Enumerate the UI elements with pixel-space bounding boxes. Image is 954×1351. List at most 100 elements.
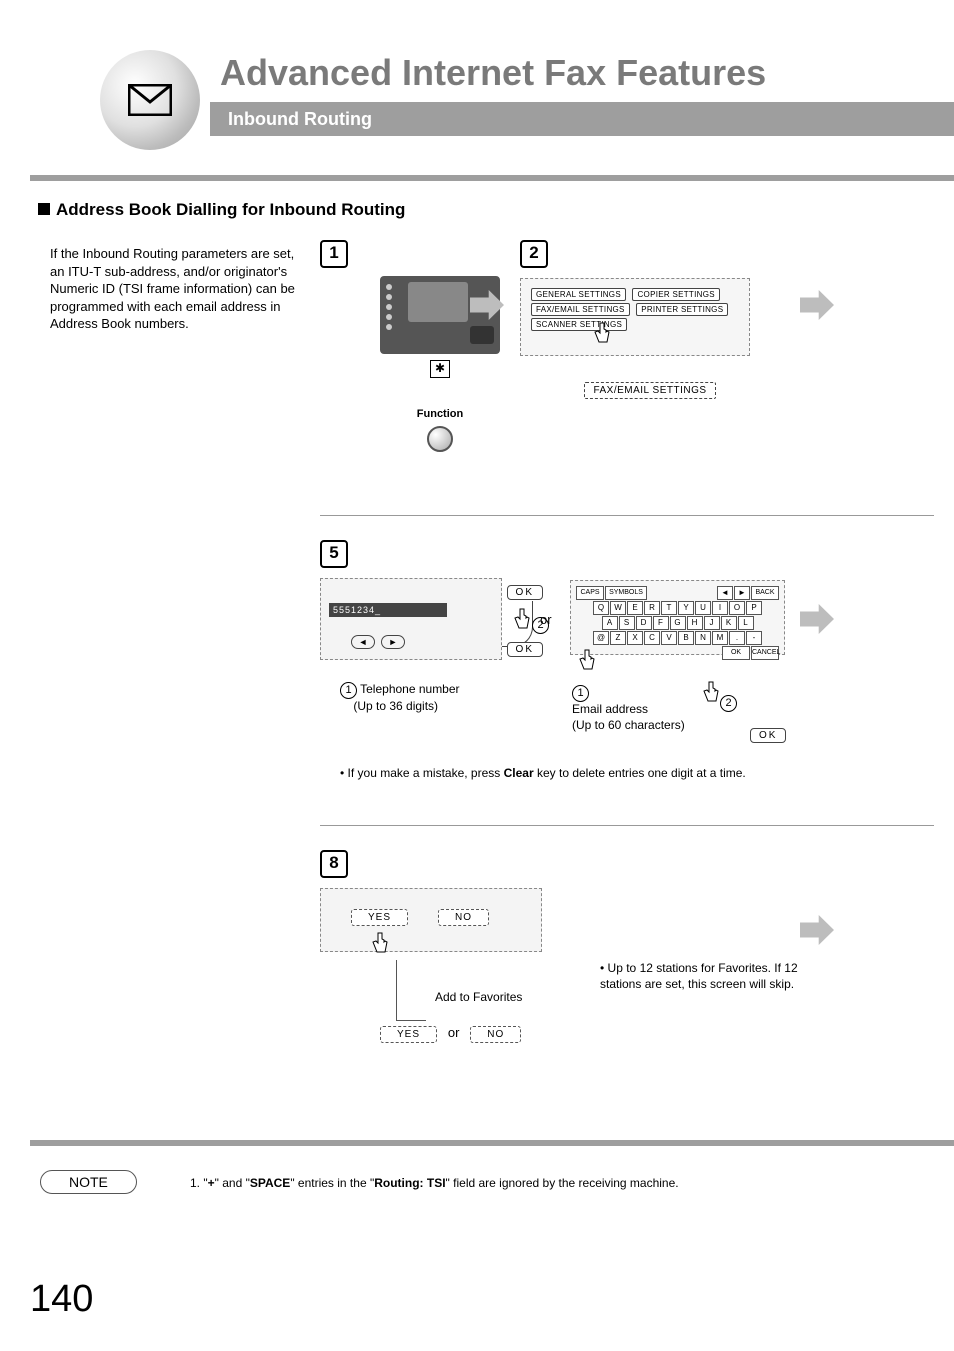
telephone-entry-screen: 5551234_ ◄ ► OK 2 OK bbox=[320, 578, 502, 660]
step-marker-2: 2 bbox=[720, 695, 737, 712]
accent-line-top bbox=[30, 175, 954, 181]
note-label: NOTE bbox=[40, 1170, 137, 1194]
key-f: F bbox=[653, 616, 669, 630]
step-2: 2 GENERAL SETTINGS COPIER SETTINGS FAX/E… bbox=[520, 240, 780, 399]
key-m: M bbox=[712, 631, 728, 645]
right-arrow-key-icon: ► bbox=[381, 635, 405, 649]
step-marker-1: 1 bbox=[340, 682, 357, 699]
key-d: D bbox=[636, 616, 652, 630]
key-left-icon: ◄ bbox=[717, 586, 733, 600]
ok-button: OK bbox=[507, 642, 543, 657]
key-t: T bbox=[661, 601, 677, 615]
key-symbols: SYMBOLS bbox=[605, 586, 647, 600]
ok-button: OK bbox=[507, 585, 543, 600]
page-header: Advanced Internet Fax Features Inbound R… bbox=[70, 40, 894, 160]
key-c: C bbox=[644, 631, 660, 645]
bullet-square-icon bbox=[38, 203, 50, 215]
settings-menu-screen: GENERAL SETTINGS COPIER SETTINGS FAX/EMA… bbox=[520, 278, 750, 356]
hand-pointer-icon bbox=[576, 648, 596, 674]
menu-general: GENERAL SETTINGS bbox=[531, 288, 626, 301]
selected-faxemail-settings: FAX/EMAIL SETTINGS bbox=[584, 382, 715, 399]
asterisk-key-icon: ✱ bbox=[430, 360, 450, 378]
key-z: Z bbox=[610, 631, 626, 645]
hand-pointer-icon bbox=[591, 321, 611, 347]
key--: - bbox=[746, 631, 762, 645]
key-h: H bbox=[687, 616, 703, 630]
telephone-entry-value: 5551234_ bbox=[329, 603, 447, 617]
yes-button: YES bbox=[351, 909, 408, 926]
arrow-right-icon bbox=[800, 915, 834, 945]
or-label: or bbox=[540, 612, 552, 627]
intro-paragraph: If the Inbound Routing parameters are se… bbox=[50, 245, 295, 333]
key-k: K bbox=[721, 616, 737, 630]
round-button-icon bbox=[427, 426, 453, 452]
key-s: S bbox=[619, 616, 635, 630]
step-number-2: 2 bbox=[520, 240, 548, 268]
arrow-right-icon bbox=[800, 290, 834, 320]
key-@: @ bbox=[593, 631, 609, 645]
function-key-label: Function bbox=[320, 408, 560, 420]
favorites-yes-no-row: YES or NO bbox=[380, 1025, 521, 1043]
key-p: P bbox=[746, 601, 762, 615]
page-title: Advanced Internet Fax Features bbox=[220, 52, 766, 94]
key-e: E bbox=[627, 601, 643, 615]
yes-button: YES bbox=[380, 1026, 437, 1043]
favorites-caption: Add to Favorites bbox=[435, 990, 522, 1004]
control-panel-illustration bbox=[380, 276, 500, 354]
menu-printer: PRINTER SETTINGS bbox=[636, 303, 728, 316]
key-.: . bbox=[729, 631, 745, 645]
step-marker-1: 1 bbox=[572, 685, 589, 702]
key-cancel: CANCEL bbox=[751, 646, 779, 660]
hand-pointer-icon bbox=[700, 680, 720, 706]
no-button: NO bbox=[470, 1026, 521, 1043]
menu-scanner: SCANNER SETTINGS bbox=[531, 318, 627, 331]
menu-faxemail: FAX/EMAIL SETTINGS bbox=[531, 303, 630, 316]
key-ok: OK bbox=[722, 646, 750, 660]
key-g: G bbox=[670, 616, 686, 630]
key-y: Y bbox=[678, 601, 694, 615]
favorites-prompt-screen: YES NO bbox=[320, 888, 542, 952]
page-number: 140 bbox=[30, 1278, 93, 1321]
key-u: U bbox=[695, 601, 711, 615]
email-caption: 1 Email address (Up to 60 characters) bbox=[572, 685, 685, 733]
header-icon-circle bbox=[100, 50, 200, 150]
key-q: Q bbox=[593, 601, 609, 615]
section-heading: Address Book Dialling for Inbound Routin… bbox=[38, 200, 405, 220]
left-arrow-key-icon: ◄ bbox=[351, 635, 375, 649]
ok-button: OK bbox=[750, 728, 786, 743]
key-caps: CAPS bbox=[576, 586, 604, 600]
key-x: X bbox=[627, 631, 643, 645]
hand-pointer-icon bbox=[369, 931, 389, 957]
menu-copier: COPIER SETTINGS bbox=[632, 288, 719, 301]
connector-line bbox=[396, 1020, 426, 1021]
key-o: O bbox=[729, 601, 745, 615]
key-l: L bbox=[738, 616, 754, 630]
telephone-caption: 1 Telephone number (Up to 36 digits) bbox=[340, 682, 460, 715]
key-a: A bbox=[602, 616, 618, 630]
favorites-limit-note: • Up to 12 stations for Favorites. If 12… bbox=[600, 960, 800, 992]
envelope-icon bbox=[128, 84, 172, 116]
divider-line bbox=[320, 825, 934, 826]
step-8: 8 YES NO bbox=[320, 850, 620, 952]
key-r: R bbox=[644, 601, 660, 615]
step-number-5: 5 bbox=[320, 540, 348, 568]
mistake-note: • If you make a mistake, press Clear key… bbox=[340, 765, 746, 782]
key-w: W bbox=[610, 601, 626, 615]
hand-pointer-icon bbox=[511, 607, 531, 633]
connector-line bbox=[396, 960, 397, 1020]
step-number-1: 1 bbox=[320, 240, 348, 268]
step-number-8: 8 bbox=[320, 850, 348, 878]
key-n: N bbox=[695, 631, 711, 645]
onscreen-keyboard: CAPS SYMBOLS ◄ ► BACK QWERTYUIOP ASDFGHJ… bbox=[570, 580, 785, 655]
key-backspace: BACK bbox=[751, 586, 779, 600]
key-v: V bbox=[661, 631, 677, 645]
page-subtitle: Inbound Routing bbox=[210, 102, 954, 136]
accent-line-bottom bbox=[30, 1140, 954, 1146]
key-right-icon: ► bbox=[734, 586, 750, 600]
no-button: NO bbox=[438, 909, 489, 926]
key-j: J bbox=[704, 616, 720, 630]
divider-line bbox=[320, 515, 934, 516]
key-b: B bbox=[678, 631, 694, 645]
note-text: 1. "+" and "SPACE" entries in the "Routi… bbox=[190, 1176, 679, 1190]
key-i: I bbox=[712, 601, 728, 615]
